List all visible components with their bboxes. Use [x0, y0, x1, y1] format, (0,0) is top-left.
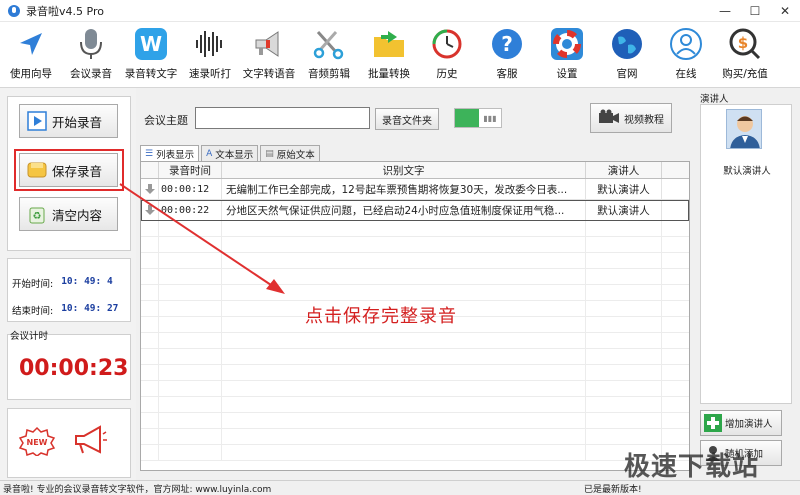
status-left-text: 录音啦! 专业的会议录音转文字软件，官方网址: www.luyinla.com: [3, 484, 272, 495]
speaker-panel-title: 演讲人: [700, 94, 729, 105]
speaker-avatar[interactable]: [726, 109, 762, 149]
add-speaker-label: 增加演讲人: [725, 419, 773, 430]
speaker-name: 默认演讲人: [723, 166, 771, 177]
annotation-text: 点击保存完整录音: [305, 306, 457, 327]
status-right-text: 已是最新版本!: [584, 484, 642, 495]
add-speaker-button[interactable]: 增加演讲人: [700, 410, 782, 436]
watermark: 极速下载站: [624, 452, 760, 482]
annotation-arrow: [119, 183, 285, 294]
speaker-panel: 演讲人 默认演讲人 增加演讲人 随机添加: [694, 88, 800, 480]
plus-icon: [704, 414, 722, 432]
speaker-list: 默认演讲人: [700, 104, 792, 404]
